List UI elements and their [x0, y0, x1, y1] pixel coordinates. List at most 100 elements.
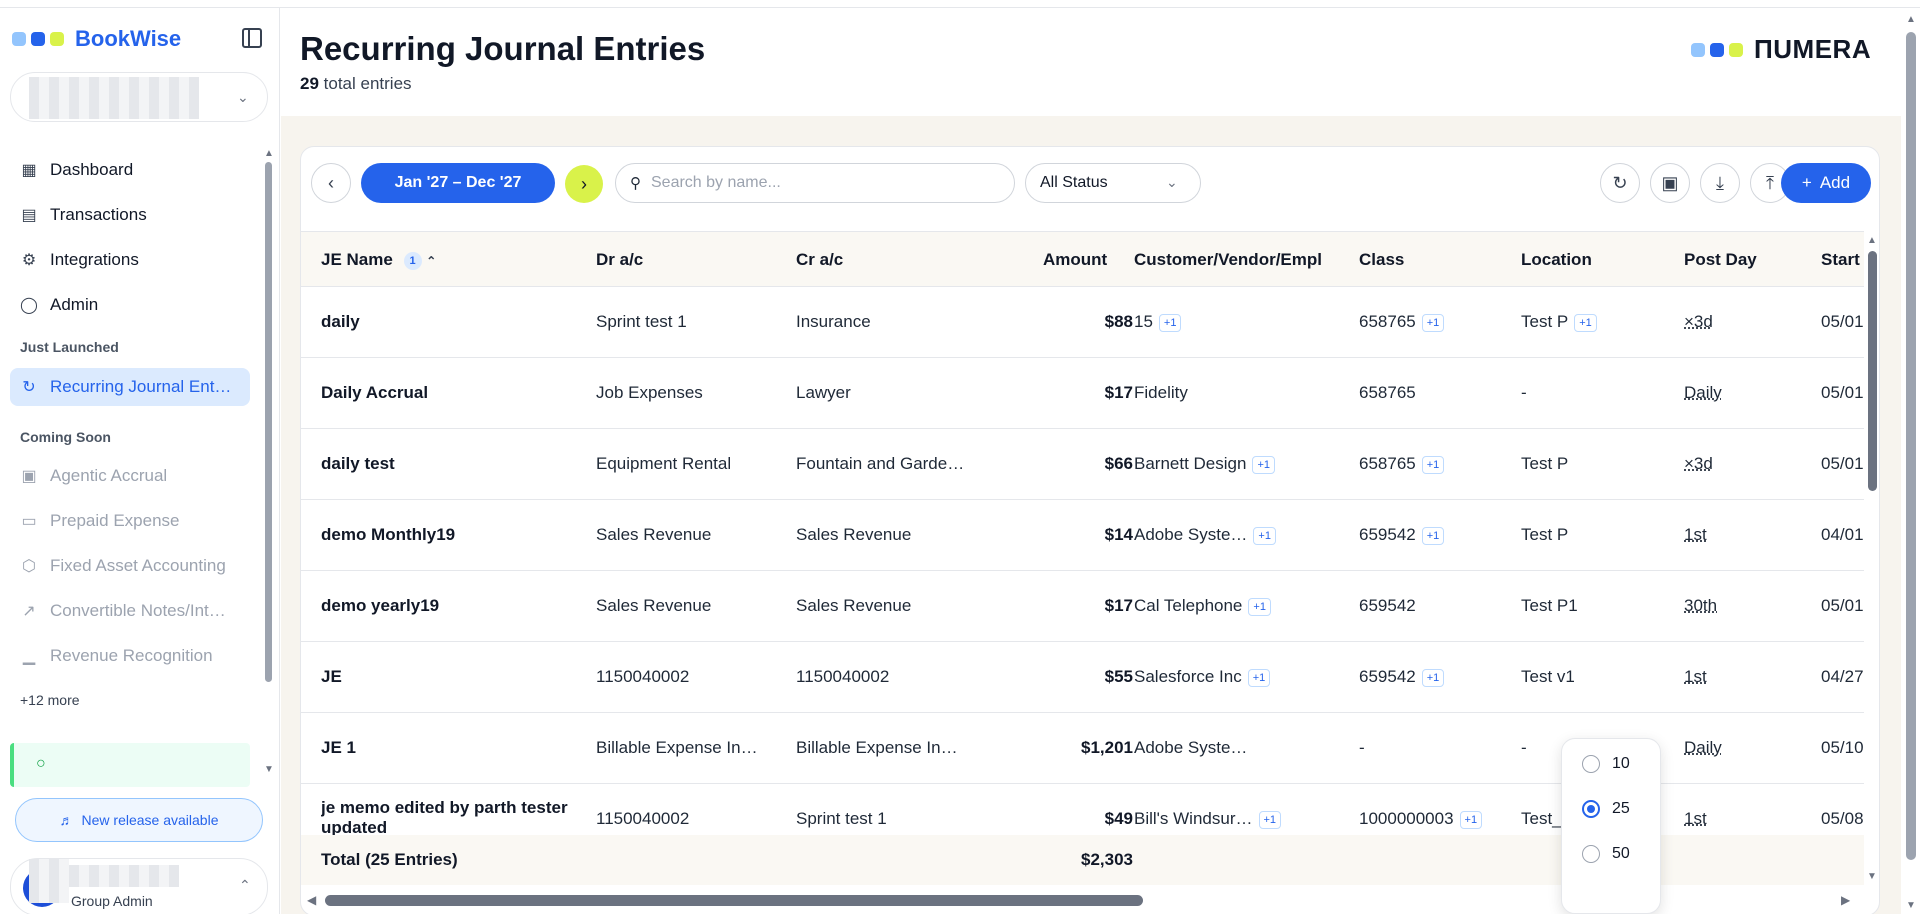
chevron-down-icon: ⌄: [237, 89, 249, 105]
sidebar-item-prepaid-expense[interactable]: ▭ Prepaid Expense: [10, 502, 250, 540]
sidebar-scroll-thumb[interactable]: [265, 162, 272, 682]
radio-button[interactable]: [1582, 845, 1600, 863]
sidebar-item-recurring-journal-entries[interactable]: ↻ Recurring Journal Ent…: [10, 368, 250, 406]
status-filter-value: All Status: [1040, 174, 1108, 191]
page-size-option[interactable]: 50: [1582, 845, 1630, 863]
sidebar-item-revenue-recognition[interactable]: ▁ Revenue Recognition: [10, 637, 250, 675]
sidebar-item-fixed-asset-accounting[interactable]: ⬡ Fixed Asset Accounting: [10, 547, 250, 585]
sidebar-item-dashboard[interactable]: ▦ Dashboard: [10, 151, 250, 189]
column-header-amount[interactable]: Amount: [1043, 250, 1107, 270]
sidebar-item-label: Transactions: [50, 205, 147, 224]
column-header-start[interactable]: Start: [1821, 250, 1864, 270]
lock-button[interactable]: ▣: [1650, 163, 1690, 203]
more-values-badge[interactable]: +1: [1158, 313, 1182, 332]
cell-name: je memo edited by parth tester updated: [321, 798, 581, 835]
wallet-icon: ▭: [21, 513, 37, 530]
column-header-post-day[interactable]: Post Day: [1684, 250, 1757, 270]
download-button[interactable]: ⤓: [1700, 163, 1740, 203]
cell-value: $17: [1104, 596, 1133, 615]
page-scroll-thumb[interactable]: [1906, 32, 1916, 860]
table-vertical-scrollbar[interactable]: ▲ ▼: [1864, 231, 1879, 891]
cell-value: -: [1359, 738, 1365, 757]
page-scrollbar[interactable]: ▲ ▼: [1902, 8, 1920, 914]
radio-button[interactable]: [1582, 800, 1600, 818]
table-row[interactable]: daily test Equipment Rental Fountain and G…: [301, 429, 1864, 500]
more-values-badge[interactable]: +1: [1252, 455, 1275, 474]
cell-class: 659542: [1359, 596, 1514, 616]
user-profile-menu[interactable]: Group Admin ⌃: [10, 858, 268, 914]
previous-period-button[interactable]: ‹: [311, 163, 351, 203]
table-row[interactable]: Daily Accrual Job Expenses Lawyer $17 Fideli…: [301, 358, 1864, 429]
scroll-right-arrow-icon[interactable]: ▶: [1841, 893, 1850, 907]
cell-cve: Barnett Design +1: [1134, 454, 1349, 474]
add-entry-button[interactable]: + Add: [1781, 163, 1871, 203]
cell-value: 05/01: [1821, 383, 1864, 402]
radio-button[interactable]: [1582, 755, 1600, 773]
company-logo: ΠUMERA: [1691, 34, 1871, 65]
column-header-location[interactable]: Location: [1521, 250, 1592, 270]
search-input[interactable]: [651, 174, 981, 192]
cell-value: Billable Expense In…: [796, 738, 958, 757]
brand-logo[interactable]: BookWise: [12, 26, 181, 52]
column-header-je-name[interactable]: JE Name 1 ⌃: [321, 250, 436, 270]
scroll-down-arrow-icon[interactable]: ▼: [1906, 900, 1916, 911]
more-values-badge[interactable]: +1: [1421, 526, 1445, 545]
next-period-button[interactable]: ›: [565, 165, 603, 203]
cell-cr: Sales Revenue: [796, 525, 981, 545]
more-features-link[interactable]: +12 more: [20, 692, 80, 708]
sidebar-item-convertible-notes[interactable]: ↗ Convertible Notes/Int…: [10, 592, 250, 630]
column-header-class[interactable]: Class: [1359, 250, 1404, 270]
more-values-badge[interactable]: +1: [1459, 810, 1483, 829]
search-box[interactable]: ⚲: [615, 163, 1015, 203]
scroll-down-arrow-icon[interactable]: ▼: [264, 764, 274, 775]
security-notice-card[interactable]: ○: [10, 743, 250, 787]
table-row[interactable]: JE 1150040002 1150040002 $55 Salesforce Inc +…: [301, 642, 1864, 713]
column-header-cr-ac[interactable]: Cr a/c: [796, 250, 843, 270]
more-values-badge[interactable]: +1: [1421, 668, 1445, 687]
new-release-button[interactable]: ♬ New release available: [15, 798, 263, 842]
sidebar-item-agentic-accrual[interactable]: ▣ Agentic Accrual: [10, 457, 250, 495]
cell-value: 04/27: [1821, 667, 1864, 686]
cell-value: 1st: [1684, 525, 1707, 544]
scroll-up-arrow-icon[interactable]: ▲: [1906, 14, 1916, 25]
sidebar-scrollbar[interactable]: ▲ ▼: [264, 148, 274, 778]
table-scroll-thumb[interactable]: [1868, 251, 1877, 491]
cell-value: 1150040002: [596, 667, 690, 686]
cell-value: ×3d: [1684, 312, 1713, 331]
user-role: Group Admin: [71, 893, 153, 909]
page-size-option[interactable]: 10: [1582, 755, 1630, 773]
cell-cr: Lawyer: [796, 383, 981, 403]
table-row[interactable]: demo Monthly19 Sales Revenue Sales Revenue…: [301, 500, 1864, 571]
status-filter[interactable]: All Status ⌄: [1025, 163, 1201, 203]
scroll-up-arrow-icon[interactable]: ▲: [264, 148, 274, 159]
more-values-badge[interactable]: +1: [1421, 313, 1445, 332]
table-row[interactable]: demo yearly19 Sales Revenue Sales Revenue $…: [301, 571, 1864, 642]
column-header-dr-ac[interactable]: Dr a/c: [596, 250, 643, 270]
refresh-button[interactable]: ↻: [1600, 163, 1640, 203]
cell-value: Insurance: [796, 312, 871, 331]
sidebar-collapse-icon[interactable]: [242, 28, 262, 48]
sidebar-item-integrations[interactable]: ⚙ Integrations: [10, 241, 250, 279]
cell-amount: $49: [1043, 809, 1133, 829]
sidebar-item-admin[interactable]: ◯ Admin: [10, 286, 250, 324]
date-range-picker[interactable]: Jan '27 – Dec '27: [361, 163, 555, 203]
more-values-badge[interactable]: +1: [1253, 526, 1276, 545]
page-size-option[interactable]: 25: [1582, 800, 1630, 818]
column-header-customer-vendor[interactable]: Customer/Vendor/Empl: [1134, 250, 1322, 270]
cell-dr: Billable Expense In…: [596, 738, 781, 758]
more-values-badge[interactable]: +1: [1248, 597, 1271, 616]
scroll-up-arrow-icon[interactable]: ▲: [1867, 235, 1877, 246]
more-values-badge[interactable]: +1: [1258, 810, 1282, 829]
more-values-badge[interactable]: +1: [1574, 313, 1597, 332]
table-row[interactable]: daily Sprint test 1 Insurance $88 15 +1 658765…: [301, 287, 1864, 358]
more-values-badge[interactable]: +1: [1421, 455, 1445, 474]
more-values-badge[interactable]: +1: [1247, 668, 1271, 687]
horizontal-scroll-thumb[interactable]: [325, 895, 1143, 906]
sidebar-item-transactions[interactable]: ▤ Transactions: [10, 196, 250, 234]
scroll-left-arrow-icon[interactable]: ◀: [307, 893, 316, 907]
scroll-down-arrow-icon[interactable]: ▼: [1867, 871, 1877, 882]
cell-location: Test v1: [1521, 667, 1676, 687]
logo-dot-lime: [1729, 42, 1743, 57]
organization-selector[interactable]: ⌄: [10, 72, 268, 122]
cell-value: Sales Revenue: [596, 525, 712, 544]
